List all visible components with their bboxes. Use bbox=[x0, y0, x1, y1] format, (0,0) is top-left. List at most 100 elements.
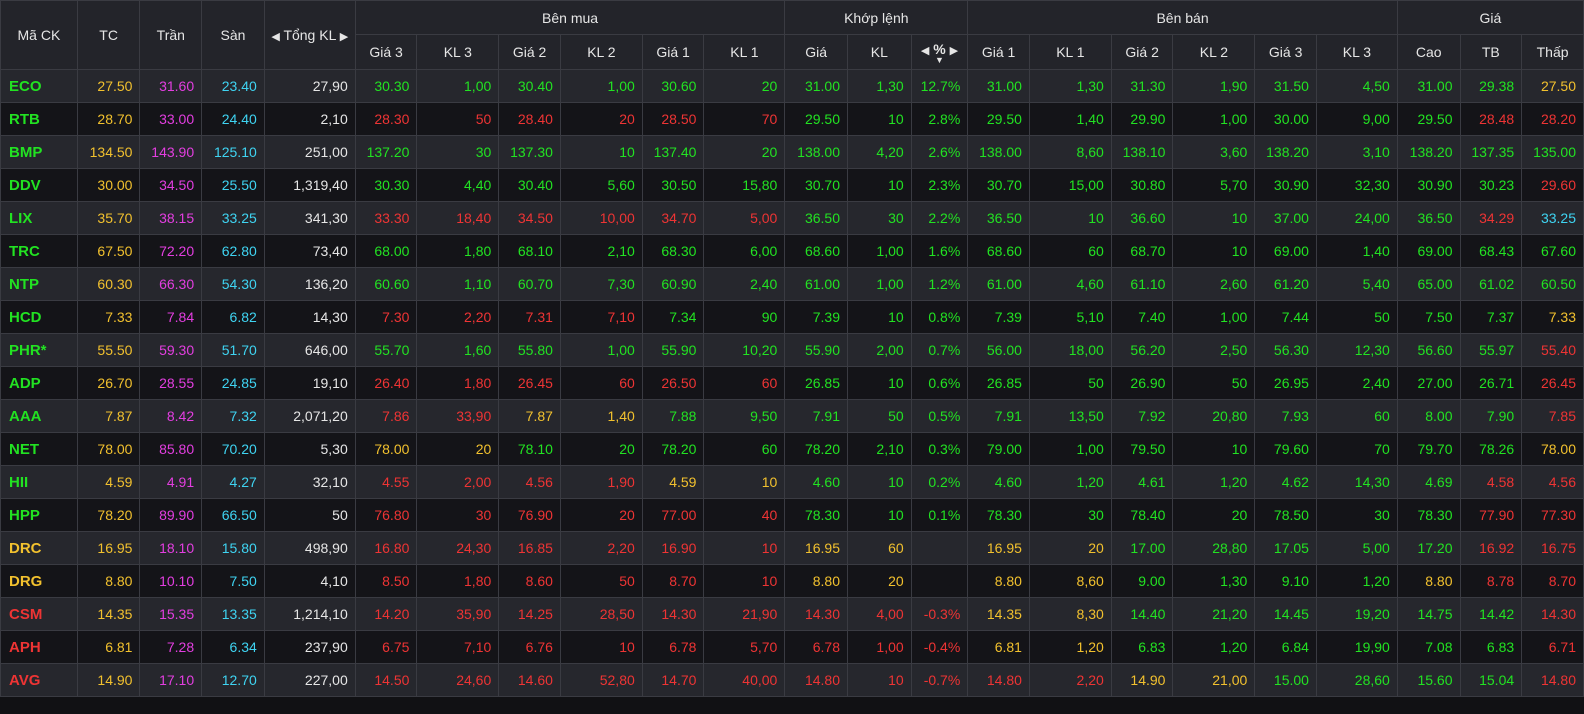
cell-floor: 33.25 bbox=[201, 201, 265, 235]
cell-symbol[interactable]: AAA bbox=[0, 399, 78, 433]
col-sell-vol-1[interactable]: KL 1 bbox=[1028, 34, 1112, 70]
cell-symbol[interactable]: TRC bbox=[0, 234, 78, 268]
col-match-vol[interactable]: KL bbox=[847, 34, 912, 70]
cell-buy-vol-3: 50 bbox=[416, 102, 500, 136]
cell-symbol[interactable]: DDV bbox=[0, 168, 78, 202]
table-row[interactable]: DRG 8.80 10.10 7.50 4,10 8.50 1,80 8.60 50 8.70 10… bbox=[0, 564, 1584, 598]
cell-sell-vol-1: 1,00 bbox=[1028, 432, 1112, 466]
col-match-price[interactable]: Giá bbox=[784, 34, 848, 70]
cell-symbol[interactable]: APH bbox=[0, 630, 78, 664]
cell-floor: 62.80 bbox=[201, 234, 265, 268]
col-buy-price-2[interactable]: Giá 2 bbox=[498, 34, 561, 70]
cell-buy-vol-3: 2,20 bbox=[416, 300, 500, 334]
col-match-pct[interactable]: ◀ % ▶ ▼ bbox=[910, 34, 969, 70]
cell-reference: 28.70 bbox=[76, 102, 141, 136]
cell-symbol[interactable]: LIX bbox=[0, 201, 78, 235]
cell-buy-price-2: 34.50 bbox=[498, 201, 561, 235]
col-buy-vol-3[interactable]: KL 3 bbox=[416, 34, 500, 70]
table-row[interactable]: DRC 16.95 18.10 15.80 498,90 16.80 24,30 16.85 2… bbox=[0, 531, 1584, 565]
table-row[interactable]: ADP 26.70 28.55 24.85 19,10 26.40 1,80 26.45 60 2… bbox=[0, 366, 1584, 400]
col-sell-price-3[interactable]: Giá 3 bbox=[1254, 34, 1317, 70]
col-ceiling[interactable]: Trần bbox=[139, 0, 203, 70]
table-row[interactable]: CSM 14.35 15.35 13.35 1,214,10 14.20 35,90 14.2… bbox=[0, 597, 1584, 631]
cell-low: 135.00 bbox=[1521, 135, 1584, 169]
table-row[interactable]: ECO 27.50 31.60 23.40 27,90 30.30 1,00 30.40 1,0… bbox=[0, 69, 1584, 103]
col-total-volume[interactable]: ◀ Tổng KL ▶ bbox=[263, 0, 356, 70]
caret-right-icon[interactable]: ▶ bbox=[340, 31, 348, 43]
group-sell: Bên bán bbox=[967, 0, 1398, 35]
col-symbol[interactable]: Mã CK bbox=[0, 0, 78, 70]
col-floor[interactable]: Sàn bbox=[201, 0, 265, 70]
cell-buy-price-3: 4.55 bbox=[354, 465, 418, 499]
cell-sell-vol-3: 32,30 bbox=[1315, 168, 1398, 202]
cell-sell-vol-2: 5,70 bbox=[1172, 168, 1256, 202]
cell-symbol[interactable]: DRG bbox=[0, 564, 78, 598]
table-row[interactable]: NET 78.00 85.80 70.20 5,30 78.00 20 78.10 20 78.2… bbox=[0, 432, 1584, 466]
cell-symbol[interactable]: HCD bbox=[0, 300, 78, 334]
cell-sell-price-2: 29.90 bbox=[1110, 102, 1174, 136]
col-buy-vol-2[interactable]: KL 2 bbox=[559, 34, 643, 70]
cell-sell-price-1: 14.80 bbox=[967, 663, 1030, 697]
cell-match-vol: 1,00 bbox=[847, 234, 912, 268]
table-row[interactable]: RTB 28.70 33.00 24.40 2,10 28.30 50 28.40 20 28.5… bbox=[0, 102, 1584, 136]
cell-total-volume: 50 bbox=[263, 498, 356, 532]
table-row[interactable]: PHR* 55.50 59.30 51.70 646,00 55.70 1,60 55.80 1… bbox=[0, 333, 1584, 367]
cell-symbol[interactable]: HII bbox=[0, 465, 78, 499]
cell-low: 55.40 bbox=[1521, 333, 1584, 367]
cell-sell-vol-2: 10 bbox=[1172, 432, 1256, 466]
table-row[interactable]: APH 6.81 7.28 6.34 237,90 6.75 7,10 6.76 10 6.78 5… bbox=[0, 630, 1584, 664]
cell-low: 4.56 bbox=[1521, 465, 1584, 499]
col-sell-vol-3[interactable]: KL 3 bbox=[1315, 34, 1398, 70]
cell-sell-vol-1: 1,40 bbox=[1028, 102, 1112, 136]
table-row[interactable]: HII 4.59 4.91 4.27 32,10 4.55 2,00 4.56 1,90 4.59… bbox=[0, 465, 1584, 499]
cell-buy-price-1: 14.30 bbox=[641, 597, 705, 631]
cell-symbol[interactable]: DRC bbox=[0, 531, 78, 565]
table-row[interactable]: HPP 78.20 89.90 66.50 50 76.80 30 76.90 20 77.00 4… bbox=[0, 498, 1584, 532]
table-row[interactable]: TRC 67.50 72.20 62.80 73,40 68.00 1,80 68.10 2,1… bbox=[0, 234, 1584, 268]
cell-symbol[interactable]: AVG bbox=[0, 663, 78, 697]
cell-symbol[interactable]: PHR* bbox=[0, 333, 78, 367]
cell-buy-price-1: 26.50 bbox=[641, 366, 705, 400]
col-sell-price-2[interactable]: Giá 2 bbox=[1110, 34, 1174, 70]
col-reference[interactable]: TC bbox=[76, 0, 141, 70]
cell-symbol[interactable]: NTP bbox=[0, 267, 78, 301]
col-sell-vol-2[interactable]: KL 2 bbox=[1172, 34, 1256, 70]
table-row[interactable]: AVG 14.90 17.10 12.70 227,00 14.50 24,60 14.60 5… bbox=[0, 663, 1584, 697]
table-row[interactable]: DDV 30.00 34.50 25.50 1,319,40 30.30 4,40 30.40… bbox=[0, 168, 1584, 202]
col-low[interactable]: Thấp bbox=[1521, 34, 1584, 70]
table-row[interactable]: LIX 35.70 38.15 33.25 341,30 33.30 18,40 34.50 1… bbox=[0, 201, 1584, 235]
cell-low: 6.71 bbox=[1521, 630, 1584, 664]
caret-right-icon[interactable]: ▶ bbox=[950, 45, 958, 57]
cell-low: 27.50 bbox=[1521, 69, 1584, 103]
col-buy-price-1[interactable]: Giá 1 bbox=[641, 34, 705, 70]
cell-high: 7.08 bbox=[1396, 630, 1461, 664]
col-buy-vol-1[interactable]: KL 1 bbox=[703, 34, 786, 70]
col-average[interactable]: TB bbox=[1459, 34, 1523, 70]
cell-symbol[interactable]: NET bbox=[0, 432, 78, 466]
cell-sell-vol-2: 2,50 bbox=[1172, 333, 1256, 367]
cell-symbol[interactable]: HPP bbox=[0, 498, 78, 532]
cell-symbol[interactable]: BMP bbox=[0, 135, 78, 169]
caret-left-icon[interactable]: ◀ bbox=[271, 31, 279, 43]
col-sell-price-1[interactable]: Giá 1 bbox=[967, 34, 1030, 70]
cell-symbol[interactable]: RTB bbox=[0, 102, 78, 136]
cell-sell-vol-2: 1,00 bbox=[1172, 300, 1256, 334]
table-row[interactable]: BMP 134.50 143.90 125.10 251,00 137.20 30 137.3… bbox=[0, 135, 1584, 169]
cell-buy-price-3: 68.00 bbox=[354, 234, 418, 268]
col-high[interactable]: Cao bbox=[1396, 34, 1461, 70]
table-row[interactable]: AAA 7.87 8.42 7.32 2,071,20 7.86 33,90 7.87 1,40… bbox=[0, 399, 1584, 433]
caret-left-icon[interactable]: ◀ bbox=[921, 45, 929, 57]
cell-sell-vol-3: 9,00 bbox=[1315, 102, 1398, 136]
cell-match-price: 55.90 bbox=[784, 333, 848, 367]
cell-symbol[interactable]: ADP bbox=[0, 366, 78, 400]
cell-buy-vol-3: 30 bbox=[416, 135, 500, 169]
col-buy-price-3[interactable]: Giá 3 bbox=[354, 34, 418, 70]
sort-desc-icon[interactable]: ▼ bbox=[912, 56, 968, 65]
cell-buy-price-1: 8.70 bbox=[641, 564, 705, 598]
cell-reference: 78.00 bbox=[76, 432, 141, 466]
table-row[interactable]: HCD 7.33 7.84 6.82 14,30 7.30 2,20 7.31 7,10 7.34… bbox=[0, 300, 1584, 334]
cell-symbol[interactable]: ECO bbox=[0, 69, 78, 103]
table-row[interactable]: NTP 60.30 66.30 54.30 136,20 60.60 1,10 60.70 7,… bbox=[0, 267, 1584, 301]
cell-sell-price-1: 29.50 bbox=[967, 102, 1030, 136]
cell-symbol[interactable]: CSM bbox=[0, 597, 78, 631]
